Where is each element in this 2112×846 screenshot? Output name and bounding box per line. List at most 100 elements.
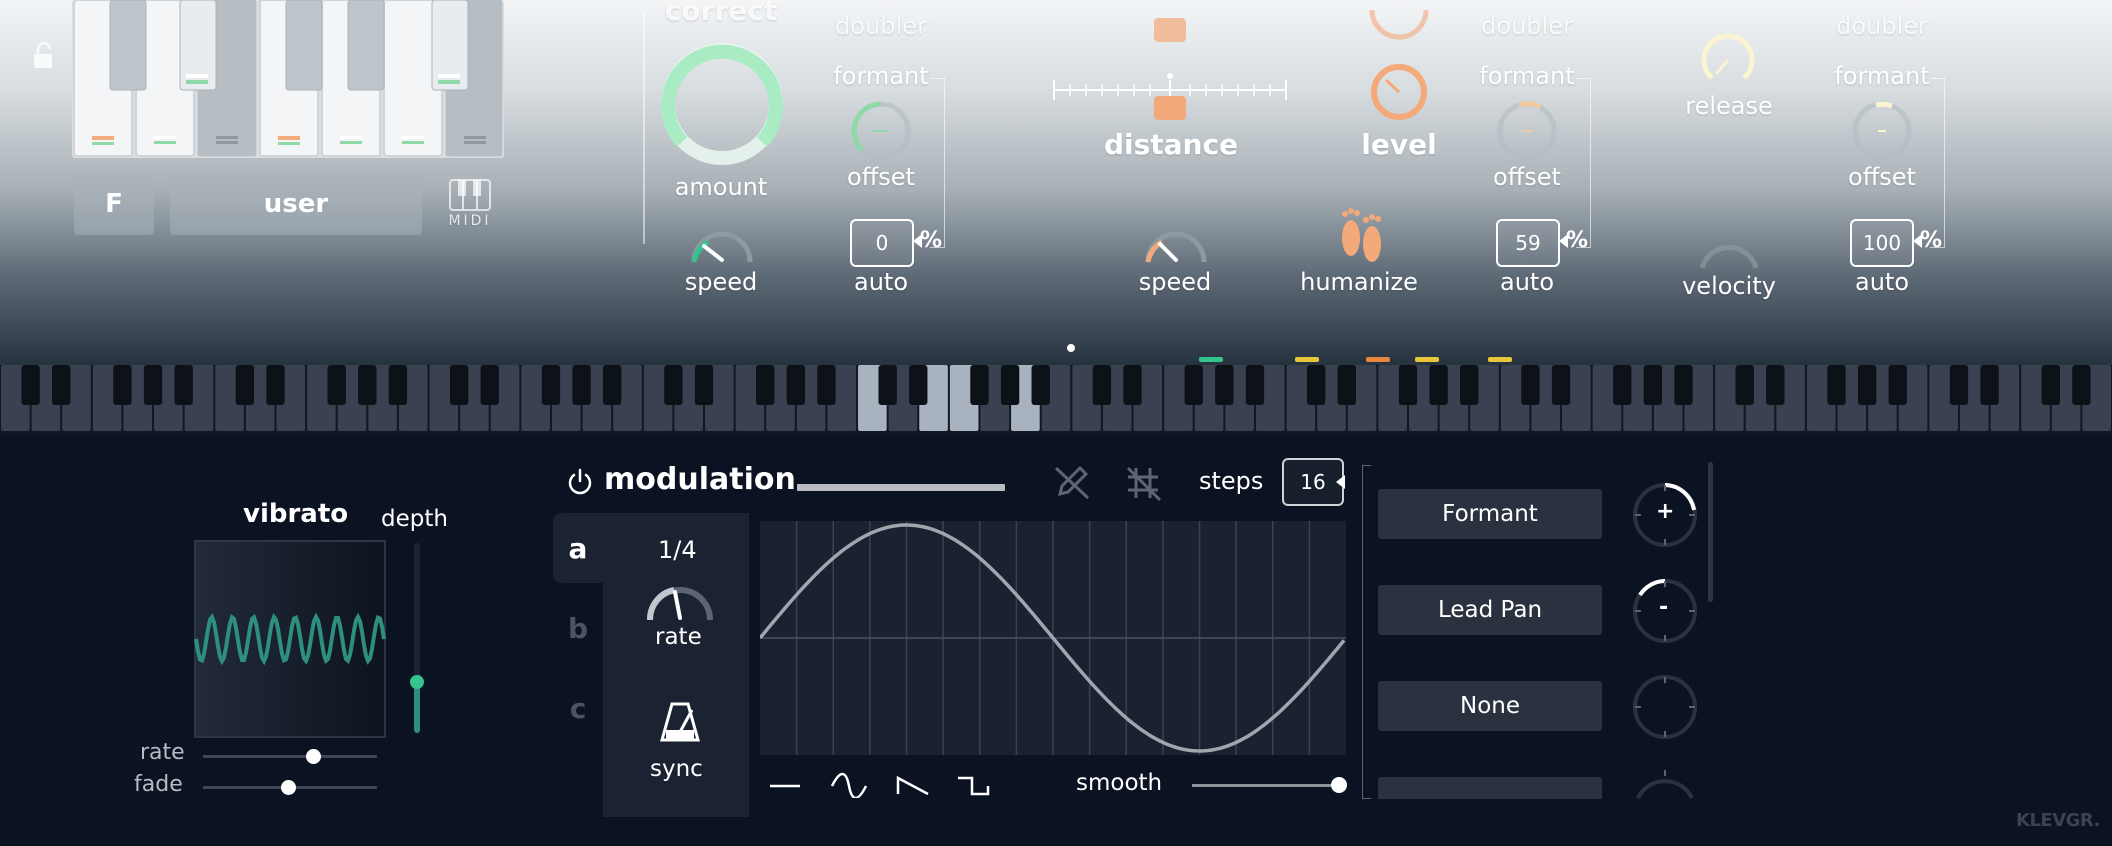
black-key[interactable] (358, 365, 377, 405)
black-key[interactable] (1613, 365, 1632, 405)
lfo-graph[interactable] (760, 521, 1346, 755)
vibrato-rate-thumb[interactable] (305, 749, 321, 764)
black-key[interactable] (909, 365, 928, 405)
black-key[interactable] (1031, 365, 1050, 405)
black-key[interactable] (1215, 365, 1234, 405)
black-key[interactable] (1857, 365, 1877, 405)
auto-3-label: auto (1854, 268, 1910, 296)
black-key[interactable] (143, 365, 163, 405)
tab-c[interactable]: c (553, 673, 603, 743)
distance-speed-knob[interactable] (1140, 230, 1210, 270)
vibrato-fade-thumb[interactable] (281, 780, 297, 795)
black-key[interactable] (786, 365, 806, 405)
auto-1-value[interactable]: 0 (850, 219, 914, 267)
black-key[interactable] (1521, 365, 1540, 405)
target-1-button[interactable]: Formant (1378, 489, 1602, 539)
target-4-button[interactable] (1378, 777, 1602, 799)
sine-shape-icon[interactable] (830, 772, 868, 798)
offset-3-knob[interactable] (1847, 96, 1917, 166)
metronome-icon[interactable] (660, 702, 700, 744)
black-key[interactable] (1735, 365, 1754, 405)
black-key[interactable] (1245, 365, 1265, 405)
smooth-slider[interactable] (1192, 784, 1339, 787)
level-knob-top[interactable] (1364, 0, 1434, 40)
black-key[interactable] (235, 365, 255, 405)
humanize-feet-icon[interactable] (1332, 200, 1392, 270)
velocity-knob[interactable] (1694, 228, 1764, 278)
target-3-button[interactable]: None (1378, 681, 1602, 731)
tab-a[interactable]: a (553, 513, 603, 583)
offset-2-knob[interactable] (1492, 96, 1562, 166)
black-key[interactable] (266, 365, 285, 405)
black-key[interactable] (970, 365, 989, 405)
black-key[interactable] (1980, 365, 1999, 405)
lfo-rate-knob[interactable] (644, 580, 716, 628)
scale-mini-keyboard[interactable] (72, 0, 504, 158)
smooth-slider-thumb[interactable] (1331, 777, 1347, 793)
target-3-dial[interactable] (1630, 674, 1700, 740)
black-key[interactable] (1674, 365, 1693, 405)
black-key[interactable] (756, 365, 775, 405)
black-key[interactable] (1092, 365, 1112, 405)
black-key[interactable] (1123, 365, 1142, 405)
pencil-off-icon[interactable] (1052, 462, 1092, 502)
black-key[interactable] (449, 365, 469, 405)
black-key[interactable] (602, 365, 622, 405)
black-key[interactable] (1551, 365, 1571, 405)
offset-1-knob[interactable] (846, 96, 916, 166)
black-key[interactable] (694, 365, 714, 405)
vibrato-rate-slider[interactable] (203, 755, 377, 758)
power-icon[interactable] (566, 467, 594, 495)
piano-keys[interactable] (0, 365, 2112, 433)
black-key[interactable] (1184, 365, 1203, 405)
targets-scrollbar[interactable] (1708, 462, 1713, 602)
steps-arrow-icon[interactable] (1336, 475, 1346, 489)
piano-keyboard[interactable] (0, 365, 2112, 433)
black-key[interactable] (52, 365, 71, 405)
black-key[interactable] (1429, 365, 1448, 405)
target-2-button[interactable]: Lead Pan (1378, 585, 1602, 635)
black-key[interactable] (1460, 365, 1479, 405)
black-key[interactable] (1766, 365, 1785, 405)
target-4-dial[interactable] (1630, 770, 1700, 800)
black-key[interactable] (1643, 365, 1663, 405)
black-key[interactable] (664, 365, 683, 405)
black-key[interactable] (878, 365, 897, 405)
square-shape-icon[interactable] (956, 772, 992, 798)
lock-icon[interactable] (30, 42, 58, 72)
black-key[interactable] (1306, 365, 1326, 405)
black-key[interactable] (327, 365, 346, 405)
black-key[interactable] (1949, 365, 1969, 405)
steps-value[interactable]: 16 (1282, 458, 1344, 506)
black-key[interactable] (1000, 365, 1020, 405)
correct-speed-knob[interactable] (686, 230, 756, 270)
tab-b[interactable]: b (553, 593, 603, 663)
key-button[interactable]: F (74, 173, 154, 235)
midi-keys-icon[interactable] (448, 178, 492, 212)
distance-slider[interactable] (1050, 66, 1290, 126)
black-key[interactable] (388, 365, 408, 405)
flat-shape-icon[interactable] (768, 772, 804, 796)
black-key[interactable] (174, 365, 193, 405)
release-knob[interactable] (1696, 28, 1760, 92)
black-key[interactable] (1888, 365, 1907, 405)
black-key[interactable] (1337, 365, 1356, 405)
black-key[interactable] (21, 365, 40, 405)
depth-slider-thumb[interactable] (410, 674, 424, 689)
black-key[interactable] (2072, 365, 2091, 405)
auto-2-value[interactable]: 59 (1496, 219, 1560, 267)
black-key[interactable] (541, 365, 561, 405)
black-key[interactable] (1827, 365, 1846, 405)
black-key[interactable] (113, 365, 132, 405)
level-knob[interactable] (1364, 62, 1434, 124)
saw-shape-icon[interactable] (896, 772, 932, 798)
grid-off-icon[interactable] (1124, 464, 1164, 502)
black-key[interactable] (572, 365, 591, 405)
black-key[interactable] (2041, 365, 2060, 405)
auto-3-value[interactable]: 100 (1850, 219, 1914, 267)
black-key[interactable] (480, 365, 499, 405)
amount-knob[interactable] (650, 40, 790, 170)
scale-button[interactable]: user (170, 173, 422, 235)
black-key[interactable] (1398, 365, 1418, 405)
black-key[interactable] (817, 365, 836, 405)
